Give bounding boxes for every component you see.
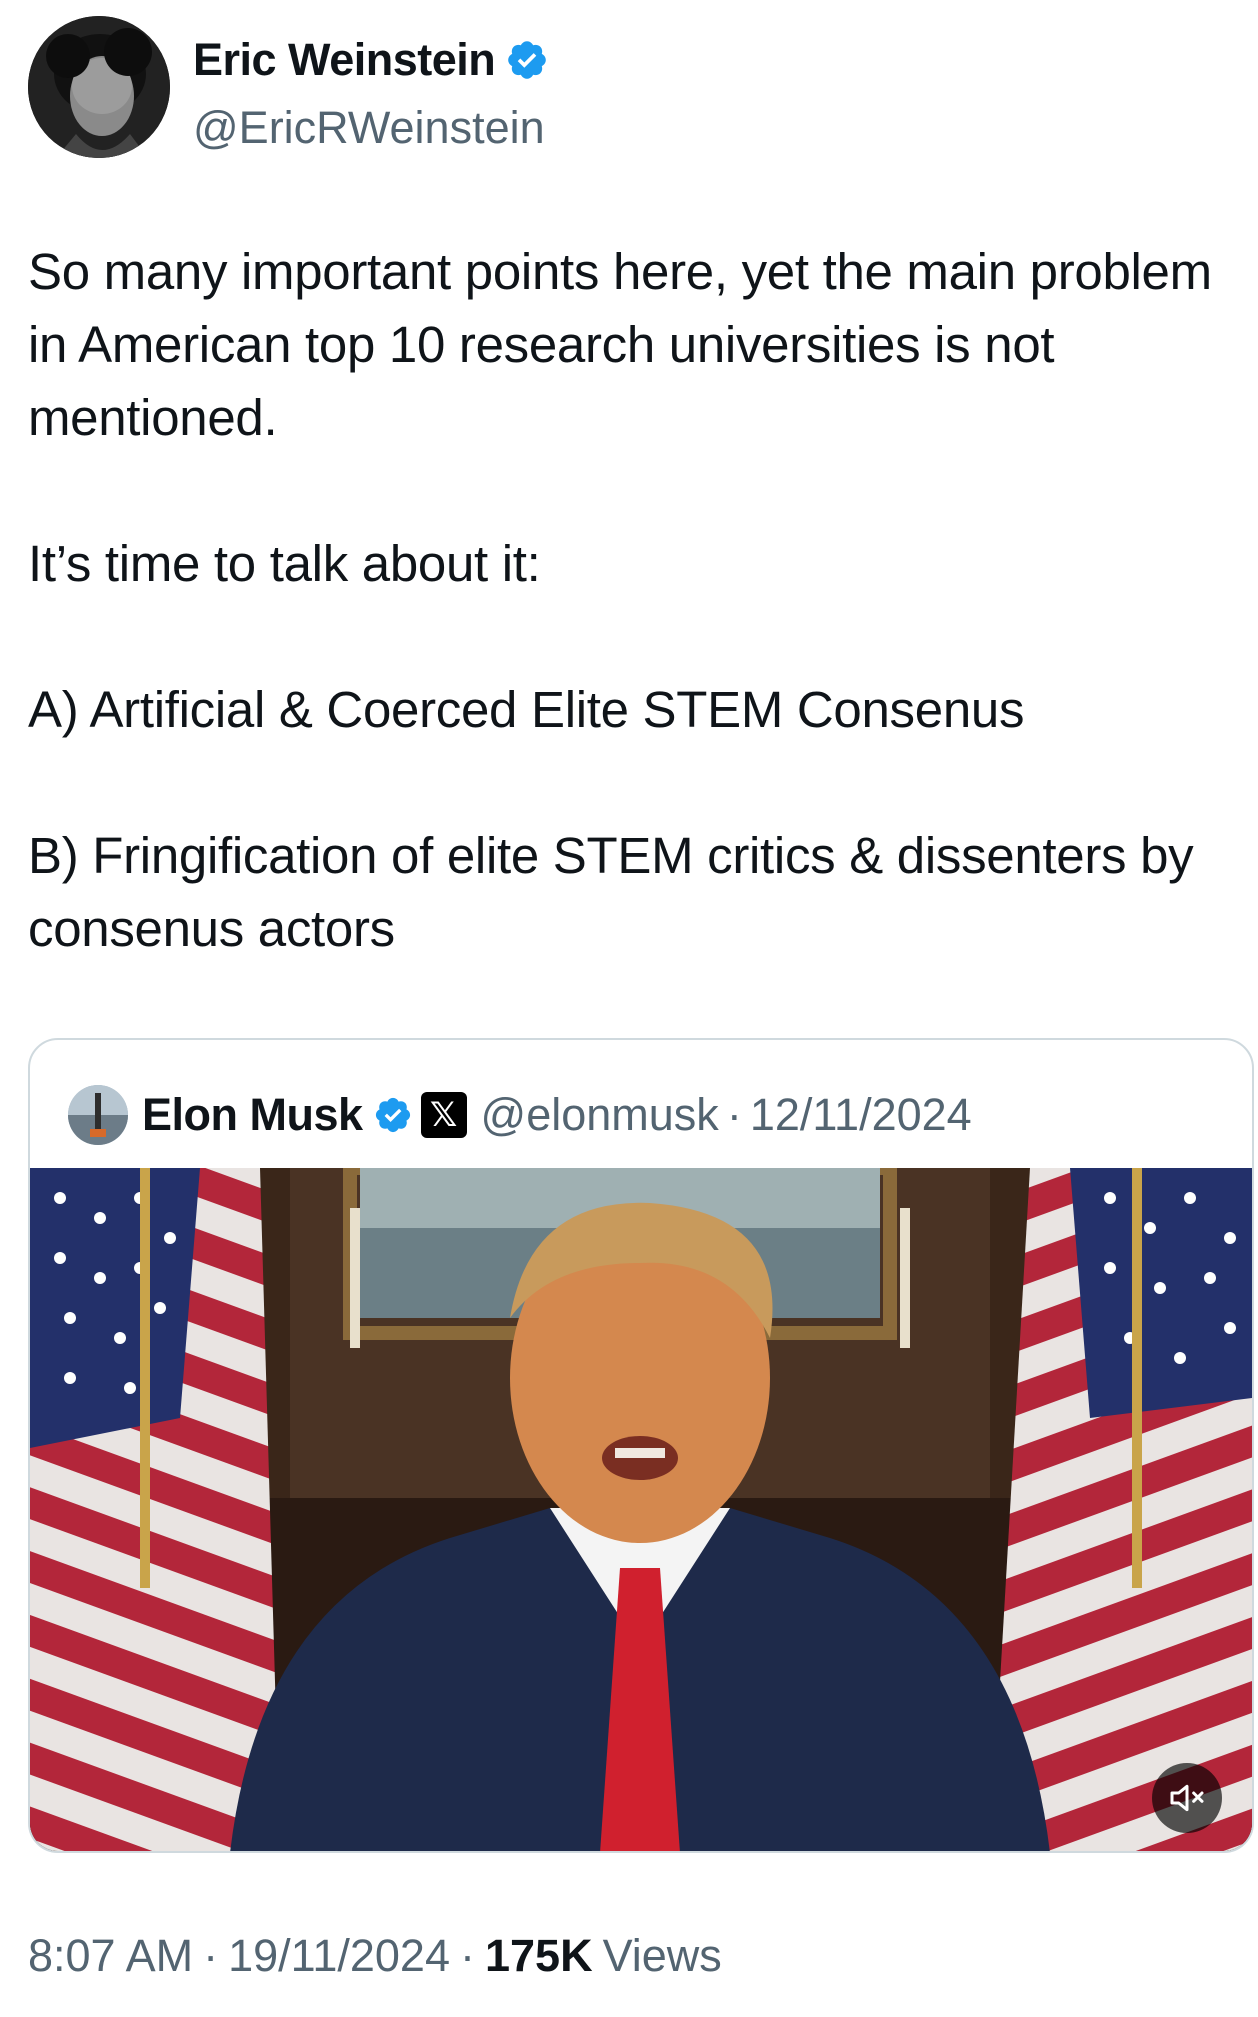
video-frame: [30, 1168, 1252, 1851]
quoted-tweet-header: Elon Musk 𝕏 @elonmusk · 12/11/2024: [68, 1080, 972, 1150]
author-handle[interactable]: @EricRWeinstein: [193, 102, 545, 154]
views-label: Views: [602, 1930, 722, 1981]
tweet-time[interactable]: 8:07 AM: [28, 1930, 193, 1982]
quoted-date[interactable]: 12/11/2024: [750, 1089, 972, 1141]
speaker-muted-icon: [1170, 1784, 1204, 1812]
verified-badge-icon: [375, 1097, 410, 1133]
author-display-name[interactable]: Eric Weinstein: [193, 34, 496, 86]
quoted-tweet-card[interactable]: Elon Musk 𝕏 @elonmusk · 12/11/2024: [28, 1038, 1254, 1853]
quoted-author-handle[interactable]: @elonmusk: [481, 1089, 719, 1141]
quoted-author-avatar[interactable]: [68, 1085, 128, 1145]
avatar-photo: [68, 1085, 128, 1145]
avatar-photo: [28, 16, 170, 158]
verified-badge-icon: [508, 41, 547, 79]
tweet-date[interactable]: 19/11/2024: [228, 1930, 450, 1982]
meta-separator: ·: [460, 1930, 475, 1981]
quoted-author-name[interactable]: Elon Musk: [142, 1089, 363, 1141]
x-logo-icon: 𝕏: [420, 1092, 467, 1138]
tweet-text: So many important points here, yet the m…: [28, 243, 1212, 957]
author-name-row: Eric Weinstein: [193, 34, 549, 86]
quoted-separator: ·: [726, 1089, 742, 1140]
mute-button[interactable]: [1152, 1763, 1222, 1833]
tweet-header: Eric Weinstein @EricRWeinstein: [28, 16, 1228, 161]
author-avatar[interactable]: [28, 16, 170, 158]
meta-separator: ·: [203, 1930, 219, 1981]
views-count: 175K: [485, 1930, 593, 1981]
video-thumbnail[interactable]: [30, 1168, 1252, 1851]
tweet-metadata: 8:07 AM · 19/11/2024 · 175K Views: [28, 1930, 722, 1982]
